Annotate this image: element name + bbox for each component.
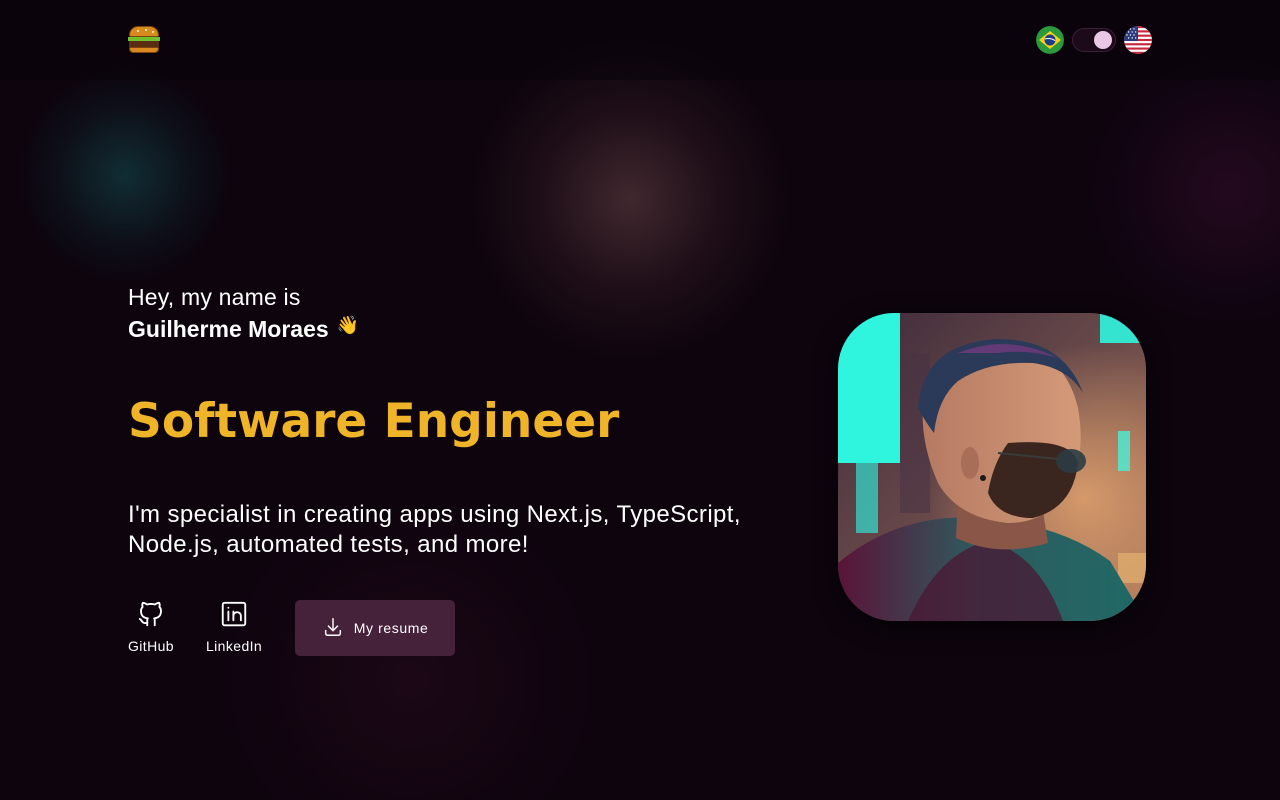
background-glow-teal — [20, 70, 230, 280]
background-glow-right — [1080, 60, 1280, 320]
site-header — [0, 0, 1280, 80]
linkedin-icon — [218, 598, 250, 630]
role-title: Software Engineer — [128, 394, 620, 449]
brazil-flag-icon[interactable] — [1036, 26, 1064, 54]
profile-portrait — [838, 313, 1146, 621]
hero-links: GitHub LinkedIn My resume — [128, 598, 456, 656]
theme-toggle[interactable] — [1072, 28, 1116, 52]
us-flag-icon[interactable] — [1124, 26, 1152, 54]
waving-hand-icon: 👋 — [336, 315, 360, 335]
name-line: Guilherme Moraes 👋 — [128, 314, 359, 344]
linkedin-link[interactable]: LinkedIn — [206, 598, 262, 654]
github-icon — [135, 598, 167, 630]
header-controls — [1036, 26, 1152, 54]
github-label: GitHub — [128, 638, 174, 654]
hamburger-logo-icon[interactable] — [128, 26, 160, 54]
hero-intro: Hey, my name is Guilherme Moraes 👋 — [128, 282, 359, 344]
page: Hey, my name is Guilherme Moraes 👋 Softw… — [0, 0, 1280, 800]
resume-button-label: My resume — [353, 620, 429, 636]
resume-button[interactable]: My resume — [295, 600, 456, 656]
hero-description: I'm specialist in creating apps using Ne… — [128, 501, 741, 558]
person-name: Guilherme Moraes — [128, 316, 329, 342]
background-glow-bottom — [180, 520, 640, 800]
linkedin-label: LinkedIn — [205, 638, 263, 654]
background-glow-warm — [470, 40, 790, 360]
download-icon — [322, 616, 344, 641]
greeting-text: Hey, my name is — [128, 284, 301, 310]
github-link[interactable]: GitHub — [128, 598, 174, 654]
theme-toggle-knob — [1094, 31, 1112, 49]
